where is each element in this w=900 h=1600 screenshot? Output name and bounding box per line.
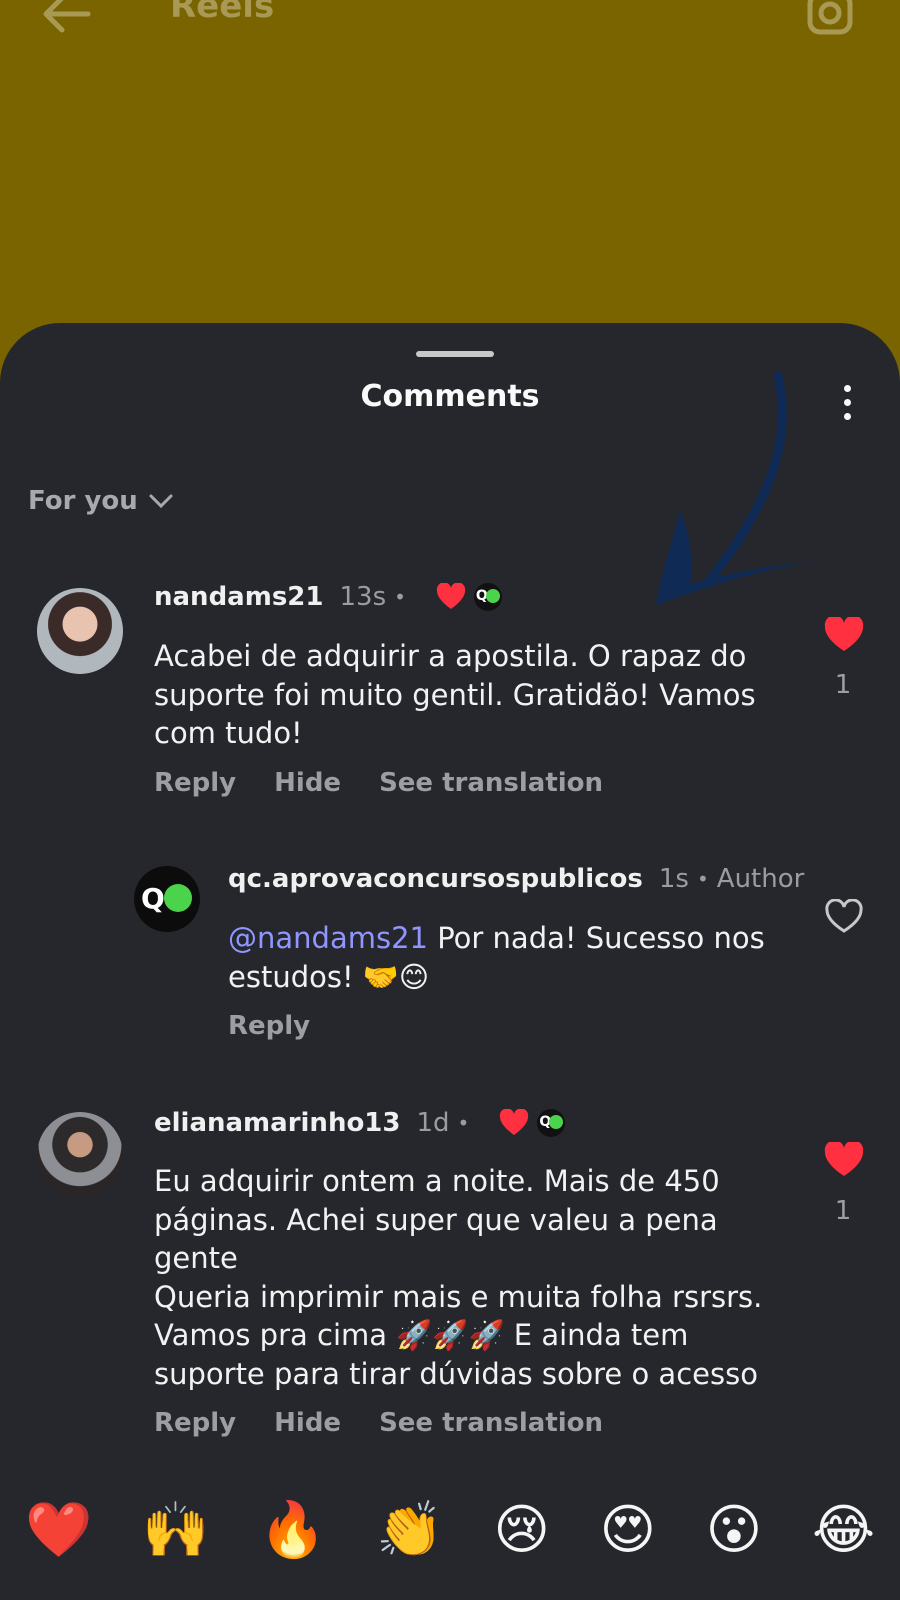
comment-time: 13s [339, 582, 387, 612]
reply-button[interactable]: Reply [154, 1408, 236, 1438]
comment-username[interactable]: elianamarinho13 [154, 1108, 401, 1138]
separator-dot: • [457, 1111, 470, 1135]
creator-liked-heart-icon [500, 1109, 529, 1135]
drag-handle[interactable] [416, 351, 494, 357]
see-translation-button[interactable]: See translation [379, 1408, 603, 1438]
page-title: Reels [170, 0, 275, 26]
mention-link[interactable]: @nandams21 [228, 921, 428, 955]
sort-label: For you [28, 486, 138, 516]
like-count: 1 [834, 670, 852, 700]
comment-time: 1d [416, 1108, 450, 1138]
reply-button[interactable]: Reply [228, 1011, 310, 1041]
reaction-surprised[interactable]: 😮 [706, 1500, 762, 1560]
annotation-arrow-icon [656, 371, 810, 605]
camera-icon[interactable] [800, 0, 860, 40]
reaction-crying[interactable]: 😢 [493, 1500, 549, 1560]
heart-filled-icon[interactable] [824, 617, 864, 653]
reaction-laughing[interactable]: 😂 [812, 1500, 875, 1560]
chevron-down-icon [149, 494, 173, 509]
reaction-heart[interactable]: ❤️ [25, 1500, 92, 1560]
author-badge: Author [716, 864, 805, 894]
heart-filled-icon[interactable] [824, 1142, 864, 1178]
creator-avatar-badge: Q [473, 583, 502, 611]
avatar[interactable] [37, 588, 123, 674]
see-translation-button[interactable]: See translation [379, 768, 603, 798]
reaction-raised-hands[interactable]: 🙌 [142, 1500, 209, 1560]
sort-dropdown[interactable]: For you [28, 486, 174, 516]
comment-text: Eu adquirir ontem a noite. Mais de 450 p… [154, 1164, 763, 1391]
comment-text: @nandams21 Por nada! Sucesso nos estudos… [228, 919, 788, 996]
comment-time: 1s [658, 864, 689, 894]
reaction-fire[interactable]: 🔥 [259, 1500, 326, 1560]
hide-button[interactable]: Hide [274, 1408, 341, 1438]
heart-outline-icon[interactable] [824, 899, 864, 935]
comment-username[interactable]: qc.aprovaconcursospublicos [228, 864, 643, 894]
creator-liked-heart-icon [436, 583, 466, 609]
back-arrow-icon[interactable] [38, 0, 98, 42]
like-count: 1 [834, 1196, 852, 1226]
comment-text: Acabei de adquirir a apostila. O rapaz d… [154, 639, 756, 750]
separator-dot: • [394, 585, 406, 609]
reels-header: Reels [0, 0, 900, 60]
separator-dot: • [696, 867, 709, 891]
hide-button[interactable]: Hide [274, 768, 341, 798]
reaction-heart-eyes[interactable]: 😍 [600, 1500, 656, 1560]
avatar[interactable]: Q [134, 866, 200, 932]
quick-reactions-bar: ❤️ 🙌 🔥 👏 😢 😍 😮 😂 [0, 1500, 900, 1600]
reaction-clap[interactable]: 👏 [376, 1500, 443, 1560]
comment-username[interactable]: nandams21 [154, 582, 323, 612]
avatar[interactable] [37, 1112, 123, 1198]
reply-button[interactable]: Reply [154, 768, 236, 798]
creator-avatar-badge: Q [537, 1109, 566, 1137]
